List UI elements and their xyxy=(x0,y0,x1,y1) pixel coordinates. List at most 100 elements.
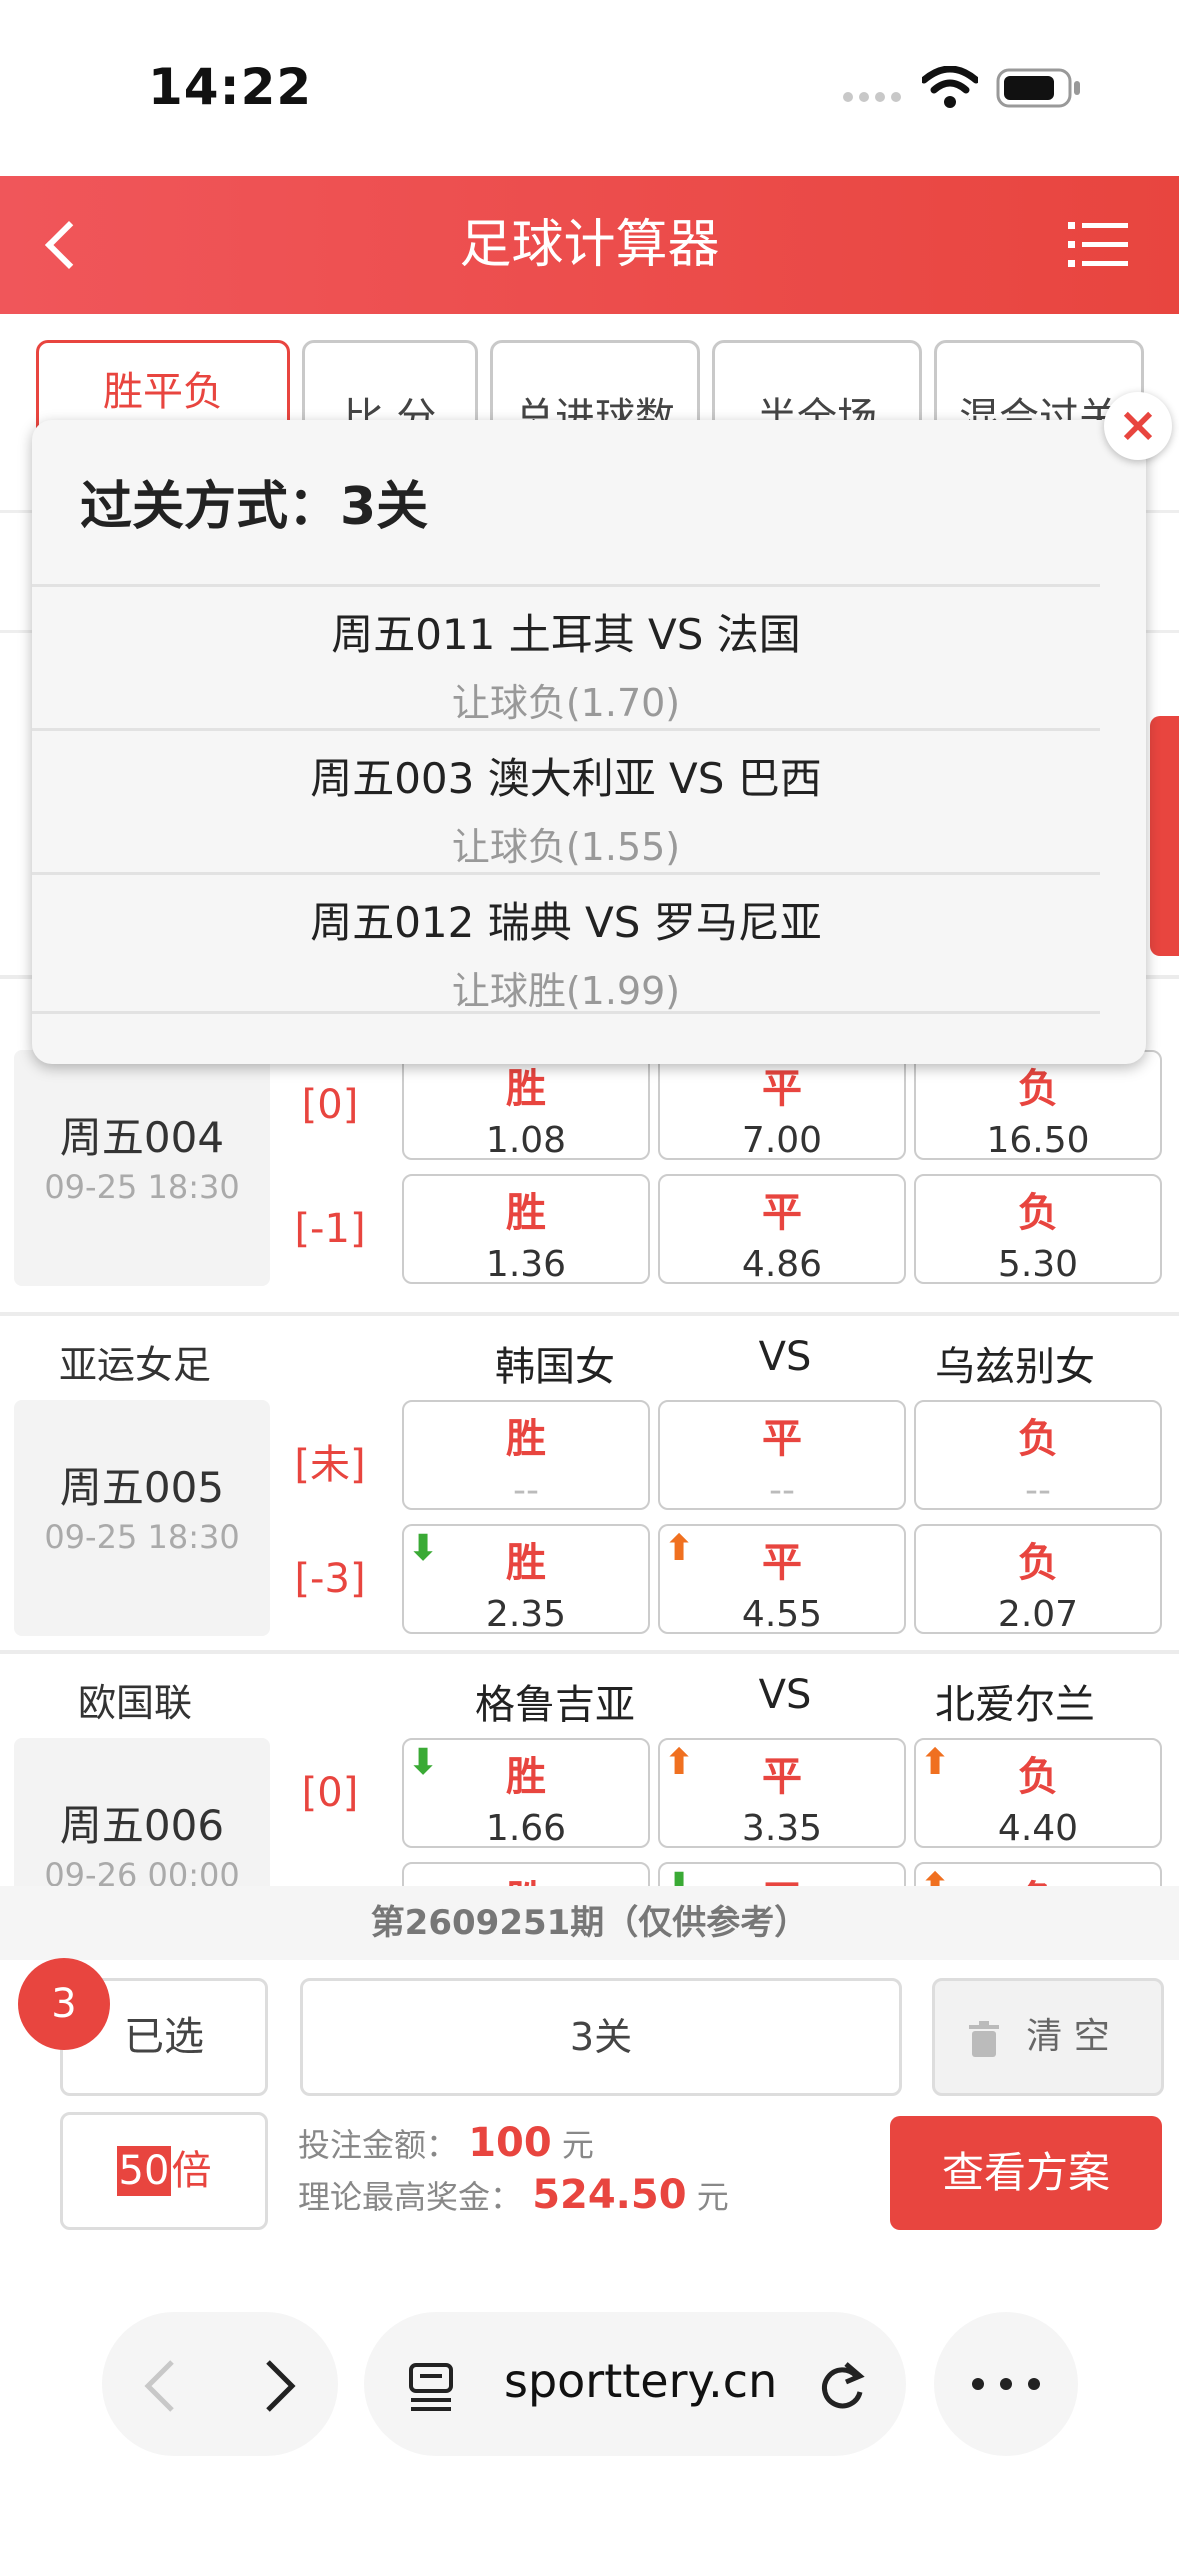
odds-cell[interactable]: 胜 1.36 xyxy=(402,1174,650,1285)
match-number: 周五004 xyxy=(59,1113,225,1162)
pick-option: 让球负(1.70) xyxy=(451,681,681,725)
odds-value: 7.00 xyxy=(741,1120,823,1161)
result-label: 负 xyxy=(1018,1540,1058,1586)
odds-cell[interactable]: 负 16.50 xyxy=(914,1050,1162,1161)
odds-cell[interactable]: ⬇ 胜 1.66 xyxy=(402,1738,650,1849)
odds-cell[interactable]: 平 7.00 xyxy=(658,1050,906,1161)
result-label: 胜 xyxy=(506,1066,546,1112)
away-team: 北爱尔兰 xyxy=(935,1682,1095,1728)
view-plan-button[interactable]: 查看方案 xyxy=(890,2116,1162,2230)
parlay-popup: 过关方式：3关 周五011 土耳其 VS 法国 让球负(1.70) 周五003 … xyxy=(32,420,1146,1064)
signal-icon xyxy=(843,92,901,102)
odds-cell[interactable]: ⬇ 胜 2.35 xyxy=(402,1524,650,1635)
match-time: 09-25 18:30 xyxy=(44,1168,240,1206)
result-label: 胜 xyxy=(506,1190,546,1236)
browser-back-icon[interactable] xyxy=(142,2358,178,2414)
arrow-down-icon: ⬇ xyxy=(408,1742,439,1783)
pass-type-select[interactable]: 3关 xyxy=(300,1978,902,2096)
status-bar: 14:22 xyxy=(0,0,1179,176)
odds-value: 2.35 xyxy=(485,1594,567,1635)
clear-button[interactable]: 清 空 xyxy=(932,1978,1164,2096)
match-list: 周五004 09-25 18:30 [0] 胜 1.08 平 7.00 负 16.50 [-1] 胜… xyxy=(0,1050,1179,1886)
match-block: 亚运女足 韩国女 VS 乌兹别女 周五005 09-25 18:30 [未] 胜 -- 平 -- 负 -… xyxy=(0,1324,1179,1664)
browser-forward-icon[interactable] xyxy=(262,2358,298,2414)
odds-cell[interactable]: ⬆ 平 4.55 xyxy=(658,1524,906,1635)
arrow-up-icon: ⬆ xyxy=(664,1742,695,1783)
odds-cell[interactable]: 胜 xyxy=(402,1862,650,1886)
odds-cell[interactable]: 负 5.30 xyxy=(914,1174,1162,1285)
app-header: 足球计算器 xyxy=(0,176,1179,314)
match-block: 欧国联 格鲁吉亚 VS 北爱尔兰 周五006 09-26 00:00 [0] ⬇ 胜 1.66 ⬆ 平… xyxy=(0,1662,1179,1886)
match-number: 周五006 xyxy=(59,1801,225,1850)
divider xyxy=(0,1312,1179,1316)
odds-value: 2.07 xyxy=(997,1594,1079,1635)
result-label: 负 xyxy=(916,1868,1160,1886)
reader-icon[interactable] xyxy=(408,2362,454,2412)
odds-cell[interactable]: ⬇平 xyxy=(658,1862,906,1886)
clear-label: 清 空 xyxy=(1026,2016,1110,2057)
browser-nav-group xyxy=(102,2312,338,2456)
vs-label: VS xyxy=(758,1672,812,1718)
divider xyxy=(0,1650,1179,1654)
result-label: 平 xyxy=(762,1416,802,1462)
bet-amount-line: 投注金额： 100 元 xyxy=(298,2120,594,2166)
result-label: 胜 xyxy=(506,1754,546,1800)
odds-value: 1.08 xyxy=(485,1120,567,1161)
arrow-up-icon: ⬆ xyxy=(920,1742,951,1783)
result-label: 胜 xyxy=(404,1868,648,1886)
match-info: 周五004 09-25 18:30 xyxy=(14,1050,270,1286)
odds-cell[interactable]: ⬆负 xyxy=(914,1862,1162,1886)
result-label: 胜 xyxy=(506,1540,546,1586)
arrow-down-icon: ⬇ xyxy=(408,1528,439,1569)
odds-cell[interactable]: 胜 1.08 xyxy=(402,1050,650,1161)
multiple-unit: 倍 xyxy=(171,2148,212,2194)
close-icon[interactable]: × xyxy=(1104,392,1172,460)
pick-match: 周五003 澳大利亚 VS 巴西 xyxy=(310,754,822,803)
odds-value: 3.35 xyxy=(741,1808,823,1849)
odds-value: 1.66 xyxy=(485,1808,567,1849)
result-label: 平 xyxy=(762,1190,802,1236)
browser-toolbar: sporttery.cn xyxy=(0,2260,1179,2556)
handicap-label: [-1] xyxy=(294,1206,366,1252)
odds-value: 5.30 xyxy=(997,1244,1079,1285)
bet-amount-value: 100 xyxy=(468,2120,552,2166)
result-label: 负 xyxy=(1018,1754,1058,1800)
odds-value: 16.50 xyxy=(986,1120,1090,1161)
odds-cell[interactable]: ⬆ 负 4.40 xyxy=(914,1738,1162,1849)
odds-cell[interactable]: 胜 -- xyxy=(402,1400,650,1511)
address-bar[interactable]: sporttery.cn xyxy=(364,2312,906,2456)
odds-cell[interactable]: 负 2.07 xyxy=(914,1524,1162,1635)
home-team: 韩国女 xyxy=(495,1344,615,1390)
reload-icon[interactable] xyxy=(816,2358,868,2412)
match-number: 周五005 xyxy=(59,1463,225,1512)
match-info: 周五005 09-25 18:30 xyxy=(14,1400,270,1636)
multiple-input[interactable]: 50倍 xyxy=(60,2112,268,2230)
trash-icon xyxy=(969,2021,999,2057)
odds-cell[interactable]: ⬆ 平 3.35 xyxy=(658,1738,906,1849)
home-team: 格鲁吉亚 xyxy=(475,1682,635,1728)
odds-value: -- xyxy=(769,1470,795,1511)
max-prize-line: 理论最高奖金： 524.50 元 xyxy=(298,2172,729,2218)
arrow-down-icon: ⬇ xyxy=(664,1866,694,1886)
page-title: 足球计算器 xyxy=(459,215,720,275)
match-info: 周五006 09-26 00:00 xyxy=(14,1738,270,1886)
more-button[interactable] xyxy=(934,2312,1078,2456)
match-time: 09-26 00:00 xyxy=(44,1856,240,1886)
pick-match: 周五011 土耳其 VS 法国 xyxy=(331,610,801,659)
odds-cell[interactable]: 平 4.86 xyxy=(658,1174,906,1285)
odds-cell[interactable]: 平 -- xyxy=(658,1400,906,1511)
pick-item: 周五003 澳大利亚 VS 巴西 让球负(1.55) xyxy=(32,728,1100,870)
max-prize-unit: 元 xyxy=(696,2178,729,2216)
odds-cell[interactable]: 负 -- xyxy=(914,1400,1162,1511)
bet-amount-label: 投注金额： xyxy=(298,2126,459,2164)
arrow-up-icon: ⬆ xyxy=(920,1866,950,1886)
menu-list-icon[interactable] xyxy=(1068,220,1128,270)
pick-match: 周五012 瑞典 VS 罗马尼亚 xyxy=(310,898,822,947)
result-label: 负 xyxy=(1018,1066,1058,1112)
result-label: 平 xyxy=(762,1540,802,1586)
arrow-up-icon: ⬆ xyxy=(664,1528,695,1569)
odds-value: 4.86 xyxy=(741,1244,823,1285)
result-label: 胜 xyxy=(506,1416,546,1462)
vs-label: VS xyxy=(758,1334,812,1380)
bet-type-tabs: 胜平负 比 分 总进球数 半全场 混合过关 xyxy=(0,314,1179,450)
